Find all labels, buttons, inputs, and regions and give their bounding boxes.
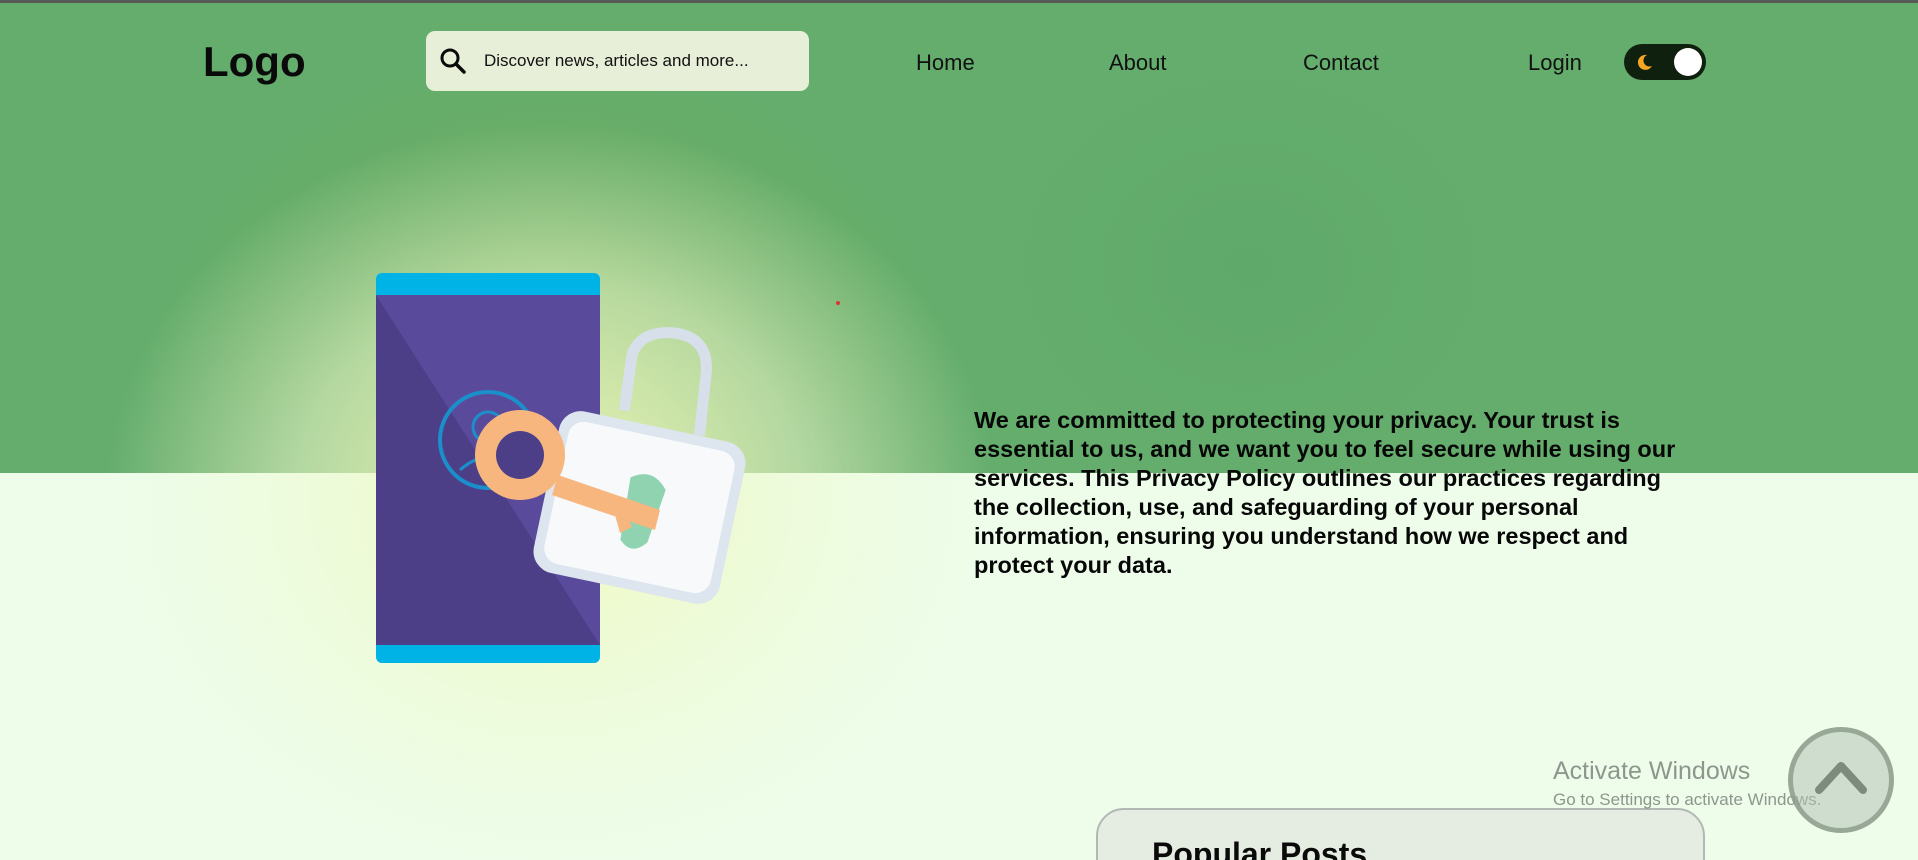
phone-lock-key-illustration [376, 273, 746, 663]
search-icon[interactable] [438, 46, 468, 76]
privacy-intro-text: We are committed to protecting your priv… [974, 407, 1676, 578]
search-bar[interactable] [426, 31, 809, 91]
nav-contact-link[interactable]: Contact [1303, 50, 1379, 76]
chevron-up-icon [1815, 762, 1867, 794]
site-logo[interactable]: Logo [203, 38, 306, 86]
nav-home-link[interactable]: Home [916, 50, 975, 76]
moon-icon [1637, 54, 1652, 70]
activate-windows-title: Activate Windows [1553, 757, 1751, 785]
scroll-to-top-button[interactable] [1788, 727, 1894, 833]
search-input[interactable] [484, 31, 799, 91]
nav-login-link[interactable]: Login [1528, 50, 1582, 76]
popular-posts-title: Popular Posts [1152, 836, 1368, 860]
popular-posts-card: Popular Posts [1096, 808, 1705, 860]
nav-about-link[interactable]: About [1109, 50, 1167, 76]
activate-windows-subtitle: Go to Settings to activate Windows. [1553, 790, 1822, 809]
stray-dot [836, 301, 840, 305]
toggle-knob [1674, 48, 1702, 76]
theme-toggle[interactable] [1624, 44, 1706, 80]
